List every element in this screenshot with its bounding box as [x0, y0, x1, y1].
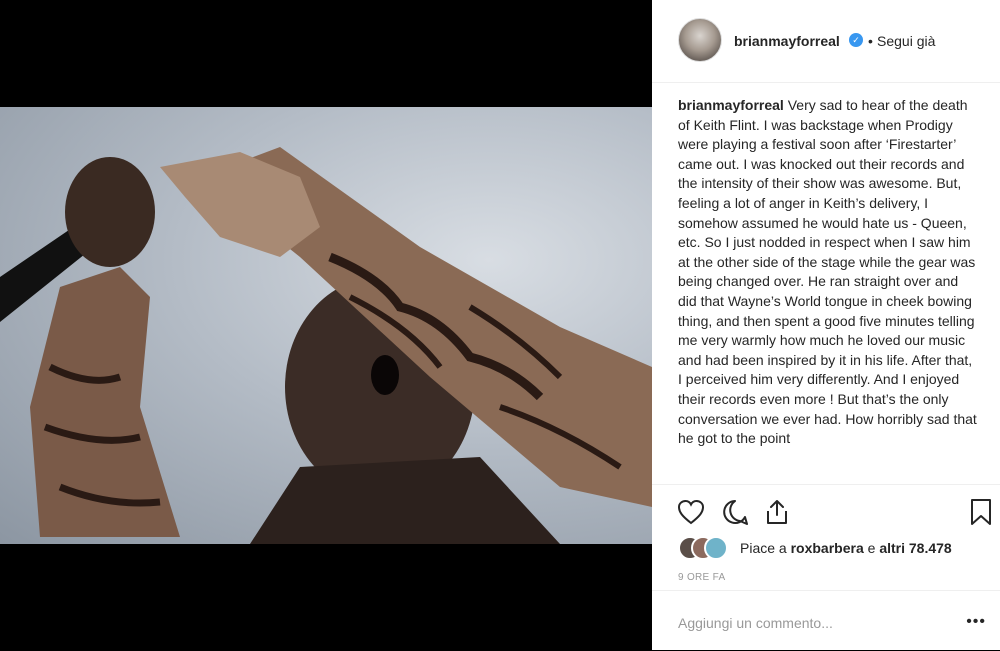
post-timestamp[interactable]: 9 ORE FA — [678, 572, 725, 583]
heart-icon[interactable] — [676, 497, 706, 527]
username-link[interactable]: brianmayforreal — [734, 33, 840, 49]
post-header: brianmayforreal ✓ • Segui già — [652, 0, 1000, 83]
comment-bar: Aggiungi un commento... ••• — [652, 590, 1000, 651]
post-sidebar: brianmayforreal ✓ • Segui già brianmayfo… — [652, 0, 1000, 650]
likes-count[interactable]: altri 78.478 — [879, 540, 951, 556]
caption-text: Very sad to hear of the death of Keith F… — [678, 97, 977, 447]
verified-icon: ✓ — [849, 33, 863, 47]
more-options-icon[interactable]: ••• — [966, 613, 986, 631]
share-icon[interactable] — [762, 497, 792, 527]
media-panel — [0, 0, 652, 650]
comment-icon[interactable] — [720, 497, 750, 527]
separator-dot: • — [868, 33, 873, 49]
caption-username[interactable]: brianmayforreal — [678, 97, 784, 113]
bookmark-icon[interactable] — [966, 497, 996, 527]
liker-username[interactable]: roxbarbera — [791, 540, 864, 556]
action-bar — [652, 484, 1000, 541]
liker-avatar[interactable] — [704, 536, 728, 560]
post-caption: brianmayforreal Very sad to hear of the … — [678, 96, 978, 484]
avatar[interactable] — [678, 18, 722, 62]
likes-conjunction: e — [863, 540, 880, 556]
likes-summary[interactable]: Piace a roxbarbera e altri 78.478 — [740, 540, 952, 556]
comment-input[interactable]: Aggiungi un commento... — [678, 615, 833, 631]
following-button[interactable]: Segui già — [877, 33, 935, 49]
likes-prefix: Piace a — [740, 540, 791, 556]
post-photo[interactable] — [0, 107, 652, 544]
